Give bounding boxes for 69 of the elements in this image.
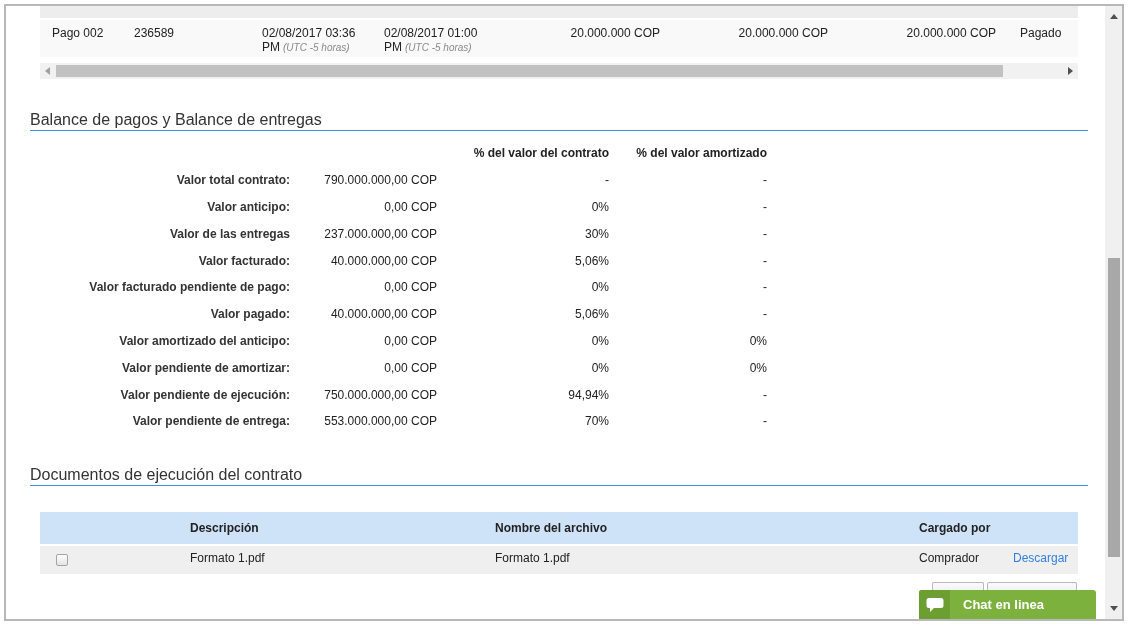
amount-text: 20.000.000 COP [738, 26, 828, 40]
percentage-text: - [763, 253, 767, 268]
row-label: Valor total contrato: [176, 173, 290, 188]
percentage-text: 70% [584, 414, 609, 429]
table-cell: 236589 [134, 26, 175, 40]
percentage-text: 0% [749, 360, 767, 375]
table-cell: Formato 1.pdf [495, 551, 570, 566]
triangle-left-icon[interactable] [44, 67, 52, 75]
amount-text: 20.000.000 COP [570, 26, 660, 40]
row-label: Valor pendiente de ejecución: [120, 387, 290, 402]
date-time-text: 02/08/2017 03:36 PM (UTC -5 horas) [262, 26, 357, 55]
checkbox[interactable] [56, 553, 68, 566]
percentage-text: - [763, 307, 767, 322]
chat-button[interactable]: Chat en linea [919, 590, 1096, 619]
column-header: % del valor amortizado [636, 146, 767, 161]
column-header: Descripción [190, 520, 259, 535]
percentage-text: 5,06% [574, 307, 609, 322]
percentage-text: 0% [591, 200, 609, 214]
column-header: % del valor del contrato [473, 146, 609, 161]
percentage-text: 94,94% [568, 387, 609, 402]
percentage-text: 0% [591, 333, 609, 348]
amount-text: 0,00 COP [384, 333, 437, 348]
column-header: Cargado por [919, 520, 991, 535]
row-label: Valor de las entregas [169, 226, 290, 241]
amount-text: 0,00 COP [384, 360, 437, 375]
row-label: Valor anticipo: [207, 200, 290, 214]
download-link[interactable]: Descargar [1013, 551, 1069, 566]
amount-text: 750.000.000,00 COP [324, 387, 437, 402]
table-cell: Formato 1.pdf [190, 551, 265, 566]
date-time-text: 02/08/2017 01:00 PM (UTC -5 horas) [384, 26, 479, 55]
percentage-text: - [763, 414, 767, 429]
percentage-text: - [763, 387, 767, 402]
vertical-scrollbar[interactable] [1105, 6, 1122, 619]
percentage-text: - [763, 280, 767, 295]
scrollbar-thumb[interactable] [56, 65, 1003, 77]
row-label: Valor pendiente de amortizar: [121, 360, 290, 375]
table-cell: Pago 002 [52, 26, 104, 40]
triangle-right-icon[interactable] [1066, 67, 1074, 75]
percentage-text: 0% [591, 280, 609, 295]
percentage-text: 5,06% [574, 253, 609, 268]
amount-text: 40.000.000,00 COP [330, 253, 437, 268]
percentage-text: 30% [584, 226, 609, 241]
percentage-text: 0% [591, 360, 609, 375]
percentage-text: - [763, 173, 767, 188]
percentage-text: - [763, 200, 767, 214]
amount-text: 237.000.000,00 COP [324, 226, 437, 241]
horizontal-scrollbar[interactable] [40, 63, 1078, 79]
amount-text: 0,00 COP [384, 280, 437, 295]
status-text: Pagado [1020, 26, 1062, 40]
row-label: Valor pagado: [210, 307, 290, 322]
percentage-text: - [763, 226, 767, 241]
amount-text: 553.000.000,00 COP [324, 414, 437, 429]
amount-text: 0,00 COP [384, 200, 437, 214]
amount-text: 20.000.000 COP [906, 26, 996, 40]
section-title: Balance de pagos y Balance de entregas [30, 110, 322, 130]
column-header: Nombre del archivo [495, 520, 608, 535]
table-cell: Comprador [919, 551, 980, 566]
amount-text: 40.000.000,00 COP [330, 307, 437, 322]
scrollbar-thumb[interactable] [1108, 258, 1120, 557]
amount-text: 790.000.000,00 COP [324, 173, 437, 188]
row-label: Valor facturado pendiente de pago: [89, 280, 290, 295]
row-label: Valor pendiente de entrega: [132, 414, 290, 429]
triangle-up-icon[interactable] [1109, 12, 1118, 20]
percentage-text: 0% [749, 333, 767, 348]
row-label: Valor facturado: [198, 253, 290, 268]
percentage-text: - [605, 173, 609, 188]
triangle-down-icon[interactable] [1109, 605, 1118, 613]
row-label: Valor amortizado del anticipo: [119, 333, 290, 348]
section-title: Documentos de ejecución del contrato [30, 464, 303, 485]
